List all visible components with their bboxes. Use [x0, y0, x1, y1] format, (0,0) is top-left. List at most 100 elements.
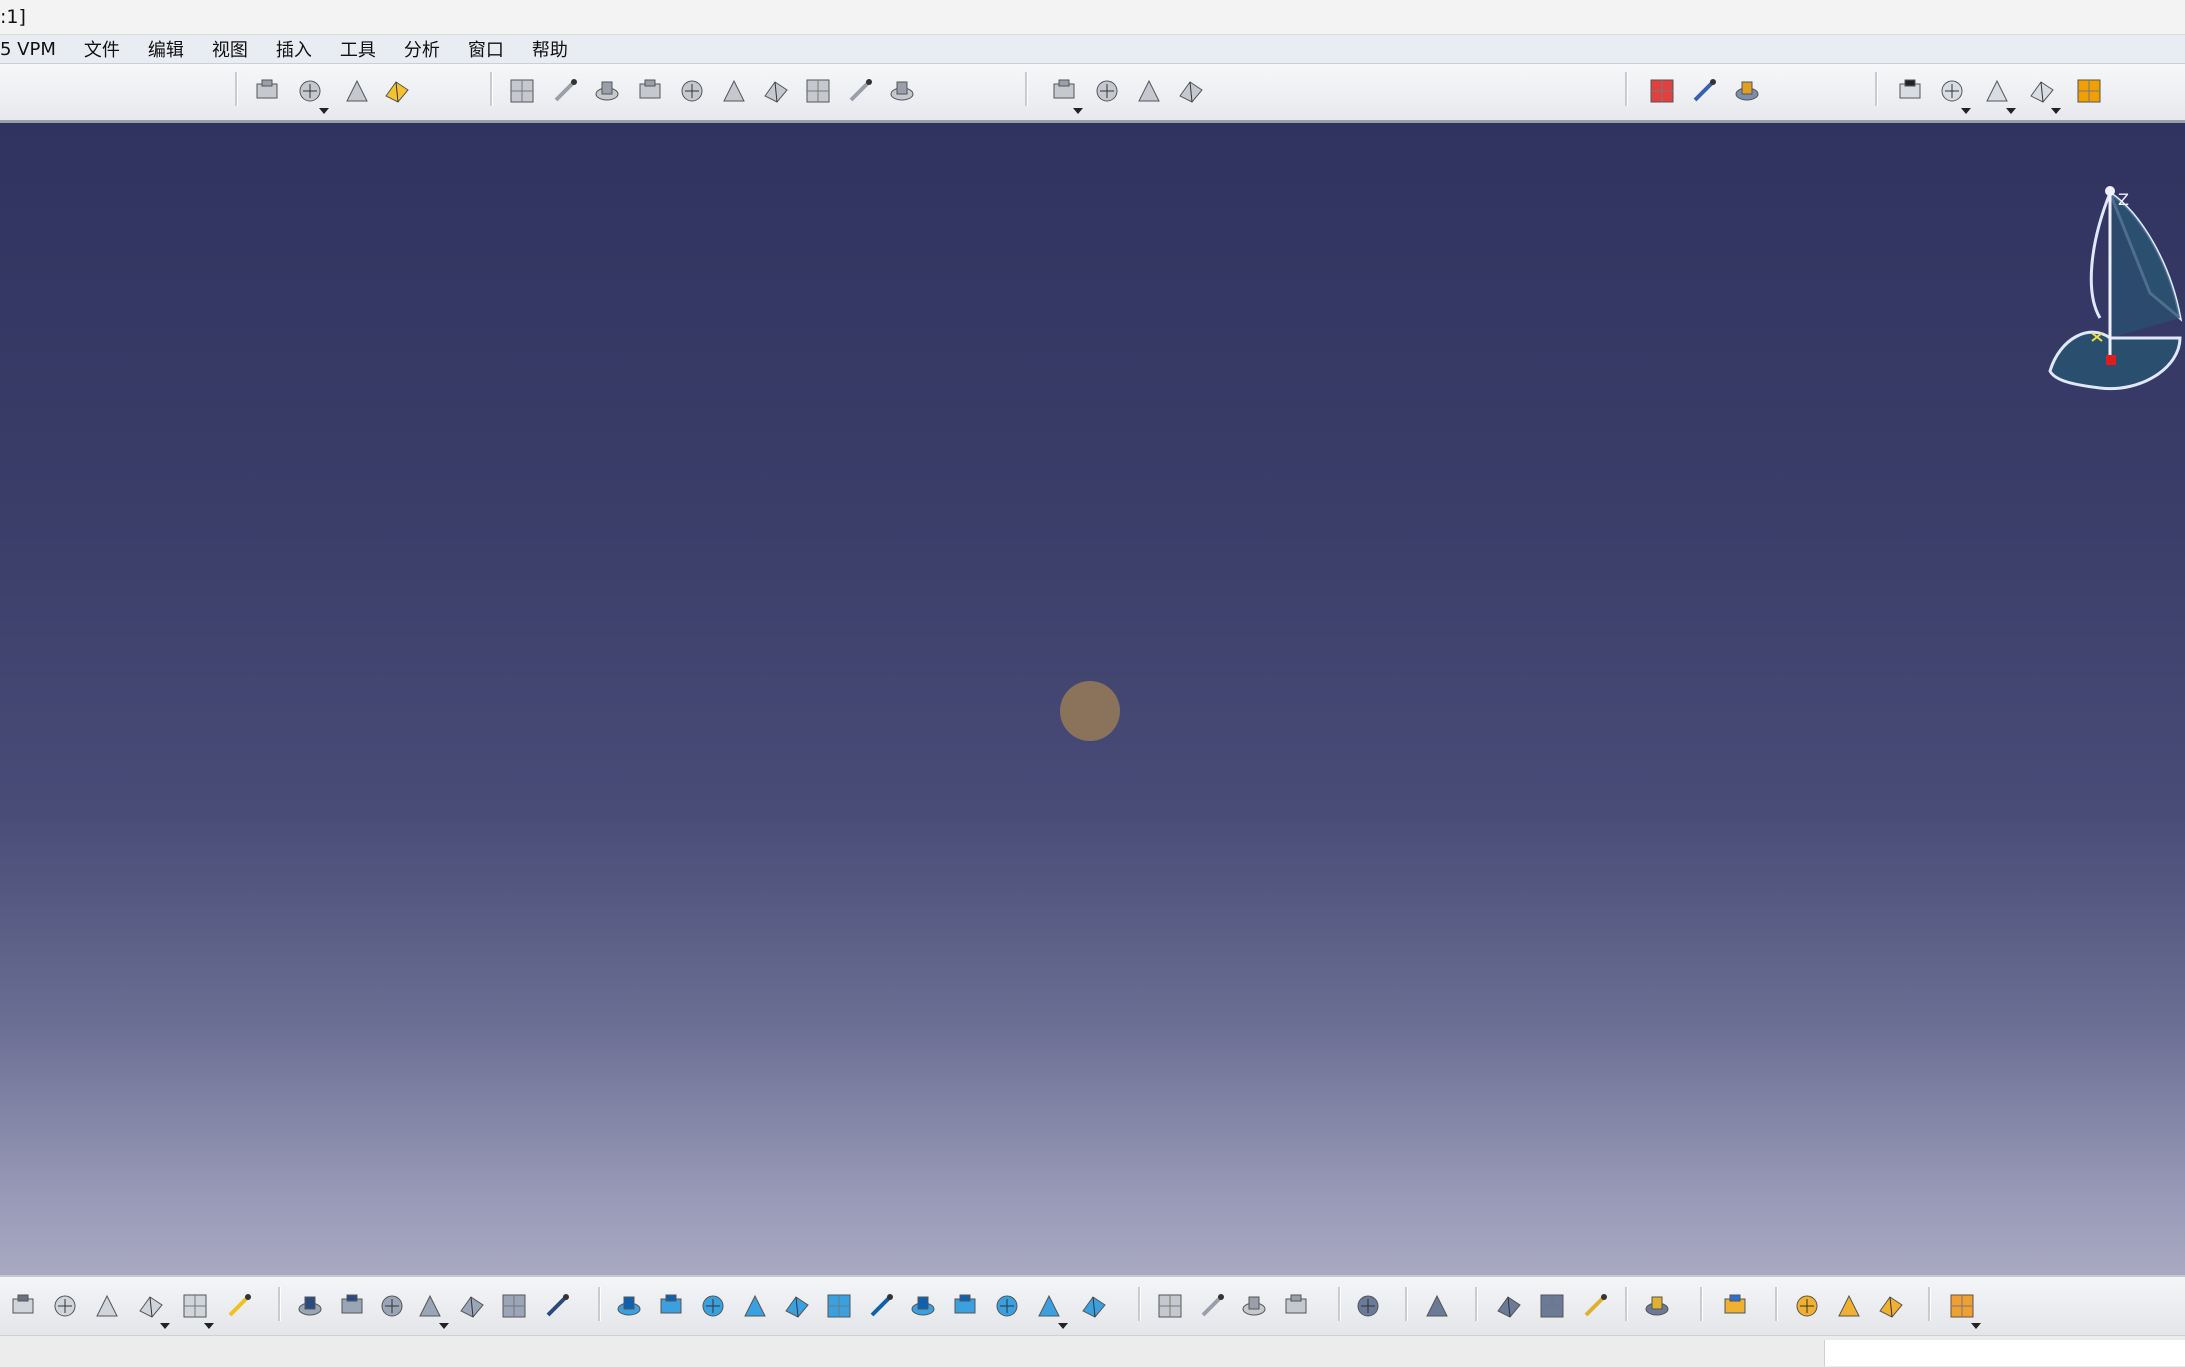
grid-dropdown-arrow[interactable] — [1971, 1323, 1981, 1329]
stiffener-icon[interactable] — [717, 74, 751, 108]
toolbar-separator — [1025, 72, 1028, 106]
sketch-icon[interactable] — [505, 74, 539, 108]
material-icon[interactable] — [1832, 1289, 1866, 1323]
toolbar-separator — [490, 72, 493, 106]
inertia-icon[interactable] — [1578, 1289, 1612, 1323]
constraint-icon[interactable] — [1687, 74, 1721, 108]
draft-icon[interactable] — [1090, 74, 1124, 108]
command-input[interactable] — [1824, 1340, 2185, 1366]
swap-space-icon[interactable] — [1077, 1289, 1111, 1323]
text-abc-icon[interactable] — [1935, 74, 1969, 108]
flag-dropdown-arrow[interactable] — [2051, 108, 2061, 114]
undo-icon[interactable] — [134, 1289, 168, 1323]
fit-all-icon[interactable] — [654, 1289, 688, 1323]
cut-icon[interactable] — [6, 1289, 40, 1323]
render-icon[interactable] — [1790, 1289, 1824, 1323]
thickness-icon[interactable] — [1174, 74, 1208, 108]
toolbar-separator — [1405, 1287, 1408, 1321]
measure-item-icon[interactable] — [1535, 1289, 1569, 1323]
toolbar-separator — [1625, 1287, 1628, 1321]
grid-icon[interactable] — [1945, 1289, 1979, 1323]
catalog-bottom-icon[interactable] — [497, 1289, 531, 1323]
undo-dropdown-arrow[interactable] — [160, 1323, 170, 1329]
shading-icon[interactable] — [990, 1289, 1024, 1323]
shell-icon[interactable] — [1132, 74, 1166, 108]
window-title: :1] — [0, 6, 26, 28]
menu-5vpm[interactable]: 5 VPM — [0, 39, 68, 60]
measure-between-icon[interactable] — [1492, 1289, 1526, 1323]
toolbar-separator — [1700, 1287, 1703, 1321]
annotation-icon[interactable] — [2072, 74, 2106, 108]
leader-icon[interactable] — [1980, 74, 2014, 108]
pocket-icon[interactable] — [759, 74, 793, 108]
text-abc-dropdown-arrow[interactable] — [1961, 108, 1971, 114]
whats-this-icon[interactable] — [222, 1289, 256, 1323]
tools-icon[interactable] — [293, 74, 327, 108]
light-icon[interactable] — [380, 74, 414, 108]
multi-view-icon[interactable] — [906, 1289, 940, 1323]
update-icon[interactable] — [1640, 1289, 1674, 1323]
menu-insert[interactable]: 插入 — [276, 36, 324, 62]
assembly-icon[interactable] — [1645, 74, 1679, 108]
menu-help[interactable]: 帮助 — [532, 36, 580, 62]
snapshot-icon[interactable] — [340, 74, 374, 108]
hide-show-icon[interactable] — [1032, 1289, 1066, 1323]
fillet-dropdown-arrow[interactable] — [1073, 108, 1083, 114]
compass-z-label: Z — [2118, 190, 2129, 209]
multi-pad-icon[interactable] — [801, 74, 835, 108]
next-icon[interactable] — [1195, 1289, 1229, 1323]
compare2-icon[interactable] — [1279, 1289, 1313, 1323]
parameter-icon[interactable] — [375, 1289, 409, 1323]
menu-window[interactable]: 窗口 — [468, 36, 516, 62]
rotate-block-icon[interactable] — [590, 74, 624, 108]
axis-icon[interactable] — [1893, 74, 1927, 108]
copy-icon[interactable] — [48, 1289, 82, 1323]
table-icon[interactable] — [413, 1289, 447, 1323]
paste-icon[interactable] — [90, 1289, 124, 1323]
menu-view[interactable]: 视图 — [212, 36, 260, 62]
redo-icon[interactable] — [178, 1289, 212, 1323]
redo-dropdown-arrow[interactable] — [204, 1323, 214, 1329]
menu-edit[interactable]: 编辑 — [148, 36, 196, 62]
normal-view-icon[interactable] — [864, 1289, 898, 1323]
hide-show-dropdown-arrow[interactable] — [1058, 1323, 1068, 1329]
slot-icon[interactable] — [633, 74, 667, 108]
compare-icon[interactable] — [1237, 1289, 1271, 1323]
measure-list-icon[interactable] — [540, 1289, 574, 1323]
hole-icon[interactable] — [843, 74, 877, 108]
rotate-icon[interactable] — [738, 1289, 772, 1323]
scan-icon[interactable] — [1718, 1289, 1752, 1323]
table-dropdown-arrow[interactable] — [439, 1323, 449, 1329]
zoom-in-icon[interactable] — [780, 1289, 814, 1323]
pan-icon[interactable] — [696, 1289, 730, 1323]
catalog-icon[interactable] — [250, 74, 284, 108]
3d-viewport[interactable]: Z — [0, 123, 2185, 1275]
fillet-icon[interactable] — [1047, 74, 1081, 108]
menu-analyze[interactable]: 分析 — [404, 36, 452, 62]
link-icon[interactable] — [1153, 1289, 1187, 1323]
publication-icon[interactable] — [1730, 74, 1764, 108]
comment-icon[interactable] — [335, 1289, 369, 1323]
color-icon[interactable] — [1874, 1289, 1908, 1323]
rib-icon[interactable] — [675, 74, 709, 108]
menu-tools[interactable]: 工具 — [340, 36, 388, 62]
print-icon[interactable] — [1420, 1289, 1454, 1323]
toolbar-separator — [1875, 72, 1878, 106]
flag-icon[interactable] — [2025, 74, 2059, 108]
iso-view-icon[interactable] — [948, 1289, 982, 1323]
camera-icon[interactable] — [1351, 1289, 1385, 1323]
leader-dropdown-arrow[interactable] — [2006, 108, 2016, 114]
toolbar-separator — [278, 1287, 281, 1321]
tools-dropdown-arrow[interactable] — [319, 108, 329, 114]
toolbar-separator — [1338, 1287, 1341, 1321]
zoom-out-icon[interactable] — [822, 1289, 856, 1323]
fly-icon[interactable] — [612, 1289, 646, 1323]
menu-file[interactable]: 文件 — [84, 36, 132, 62]
formula-icon[interactable] — [293, 1289, 327, 1323]
cursor-highlight — [1060, 681, 1120, 741]
tree-icon[interactable] — [455, 1289, 489, 1323]
block-icon[interactable] — [548, 74, 582, 108]
compass-widget[interactable]: Z — [2030, 153, 2185, 393]
thread-icon[interactable] — [885, 74, 919, 108]
menu-bar: 5 VPM 文件 编辑 视图 插入 工具 分析 窗口 帮助 — [0, 35, 2185, 64]
